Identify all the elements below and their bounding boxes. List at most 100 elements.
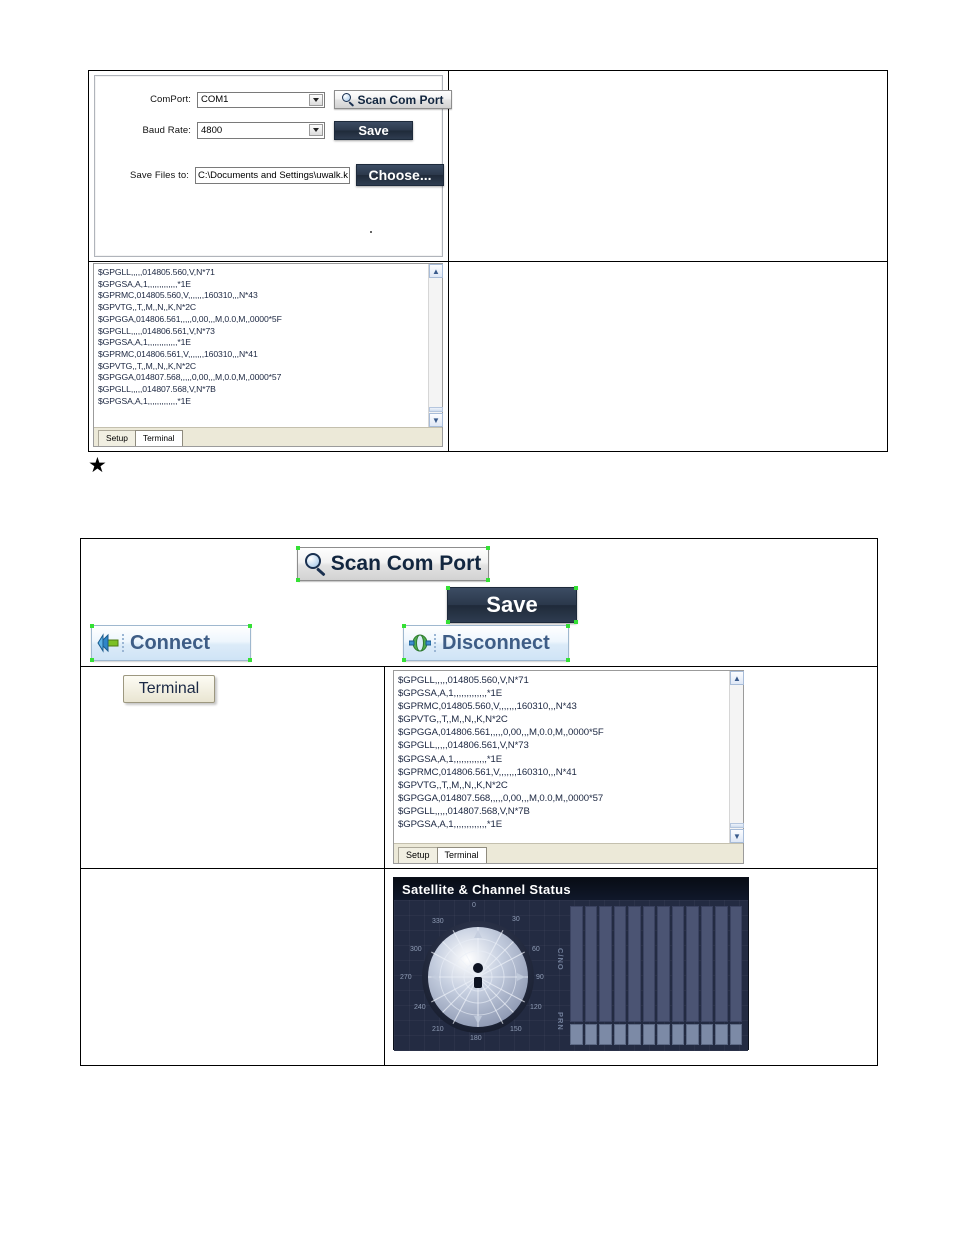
terminal-line: $GPRMC,014806.561,V,,,,,,,160310,,,N*41 xyxy=(98,348,258,359)
figure-table-bottom: Scan Com Port Save Connect Disconnect Te… xyxy=(80,538,878,1066)
tab-terminal[interactable]: Terminal xyxy=(134,430,183,446)
magnifier-icon xyxy=(304,553,327,577)
baudrate-value: 4800 xyxy=(201,125,223,136)
baudrate-label: Baud Rate: xyxy=(142,125,191,136)
baudrate-field-row: Baud Rate: 4800 Save xyxy=(115,121,413,140)
terminal-scrollbar[interactable]: ▲ ▼ xyxy=(428,264,443,427)
terminal-panel-bottom: $GPGLL,,,,,014805.560,V,N*71 $GPGSA,A,1,… xyxy=(393,670,744,864)
choose-button[interactable]: Choose... xyxy=(356,164,444,186)
cno-bar xyxy=(642,906,655,1022)
azimuth-tick: 120 xyxy=(530,1004,542,1011)
terminal-line: $GPGGA,014806.561,,,,,0,00,,,M,0.0,M,,00… xyxy=(98,313,282,324)
setup-tab-panel: ComPort: COM1 Scan Com Port Baud Rate: 4… xyxy=(94,75,452,257)
channel-column xyxy=(599,906,612,1045)
comport-field-row: ComPort: COM1 Scan Com Port xyxy=(123,90,452,109)
azimuth-tick: 150 xyxy=(510,1026,522,1033)
terminal-line: $GPGGA,014807.568,,,,,0,00,,,M,0.0,M,,00… xyxy=(398,792,604,804)
terminal-callout-button[interactable]: Terminal xyxy=(123,675,215,703)
prn-bar xyxy=(657,1024,670,1045)
terminal-panel-top: $GPGLL,,,,,014805.560,V,N*71 $GPGSA,A,1,… xyxy=(93,263,443,447)
azimuth-tick: 270 xyxy=(400,974,412,981)
cno-bar xyxy=(584,906,597,1022)
cno-axis-label: C/NO xyxy=(556,948,565,971)
scrollbar-grip[interactable] xyxy=(730,823,744,828)
terminal-line: $GPGSA,A,1,,,,,,,,,,,,,*1E xyxy=(98,395,191,406)
artifact-dot xyxy=(370,231,372,233)
selection-handle xyxy=(446,620,450,624)
azimuth-tick: 0 xyxy=(472,902,476,909)
azimuth-tick: 300 xyxy=(410,946,422,953)
selection-handle xyxy=(486,578,490,582)
channel-column xyxy=(671,906,684,1045)
save-path-input[interactable]: C:\Documents and Settings\uwalk.k xyxy=(195,166,350,184)
prn-bar xyxy=(700,1024,713,1045)
terminal-line: $GPGLL,,,,,014806.561,V,N*73 xyxy=(398,740,529,752)
scroll-down-icon[interactable]: ▼ xyxy=(429,413,443,427)
cno-bar xyxy=(599,906,612,1022)
prn-bar xyxy=(628,1024,641,1045)
channel-column xyxy=(584,906,597,1045)
selection-handle xyxy=(90,658,94,662)
terminal-tabstrip-top: Setup Terminal xyxy=(94,427,442,446)
selection-handle xyxy=(248,624,252,628)
table-top-right-column xyxy=(449,71,887,451)
azimuth-tick: 330 xyxy=(432,918,444,925)
terminal-line: $GPRMC,014806.561,V,,,,,,,160310,,,N*41 xyxy=(398,766,577,778)
channel-column xyxy=(657,906,670,1045)
terminal-line: $GPGLL,,,,,014805.560,V,N*71 xyxy=(98,267,215,277)
chevron-down-icon[interactable] xyxy=(309,124,323,136)
tab-setup[interactable]: Setup xyxy=(98,430,136,446)
cno-bar xyxy=(715,906,728,1022)
cno-bar xyxy=(671,906,684,1022)
star-marker: ★ xyxy=(88,454,107,477)
cno-bar xyxy=(613,906,626,1022)
terminal-button-cell: Terminal xyxy=(81,667,385,868)
channel-bars xyxy=(570,906,742,1045)
selection-handle xyxy=(486,546,490,550)
channel-column xyxy=(729,906,742,1045)
scrollbar-grip[interactable] xyxy=(429,407,443,412)
scroll-up-icon[interactable]: ▲ xyxy=(730,671,744,685)
terminal-line: $GPGSA,A,1,,,,,,,,,,,,,*1E xyxy=(98,337,191,348)
scroll-up-icon[interactable]: ▲ xyxy=(429,264,443,278)
cno-bar xyxy=(700,906,713,1022)
selection-handle xyxy=(574,586,578,590)
disconnect-button[interactable]: Disconnect xyxy=(402,624,570,662)
terminal-line: $GPRMC,014805.560,V,,,,,,,160310,,,N*43 xyxy=(398,701,577,713)
save-callout-button[interactable]: Save xyxy=(446,586,578,624)
tab-setup[interactable]: Setup xyxy=(398,847,438,863)
scan-com-port-button[interactable]: Scan Com Port xyxy=(334,90,452,109)
cno-bar xyxy=(686,906,699,1022)
save-button[interactable]: Save xyxy=(334,121,413,140)
prn-bar xyxy=(584,1024,597,1045)
connect-button[interactable]: Connect xyxy=(90,624,252,662)
terminal-line: $GPGSA,A,1,,,,,,,,,,,,,*1E xyxy=(98,278,191,289)
terminal-line: $GPVTG,,T,,M,,N,,K,N*2C xyxy=(398,779,508,791)
satellite-row: Satellite & Channel Status 0 30 60 90 12… xyxy=(81,869,877,1065)
satellite-panel-cell: Satellite & Channel Status 0 30 60 90 12… xyxy=(385,869,877,1065)
terminal-callout-label: Terminal xyxy=(138,680,200,697)
comport-select[interactable]: COM1 xyxy=(197,91,325,108)
channel-column xyxy=(642,906,655,1045)
terminal-scrollbar[interactable]: ▲ ▼ xyxy=(729,671,744,843)
azimuth-tick: 240 xyxy=(414,1004,426,1011)
satellite-empty-cell xyxy=(81,869,385,1065)
cno-bar xyxy=(628,906,641,1022)
prn-bar xyxy=(671,1024,684,1045)
row-divider xyxy=(449,261,887,262)
choose-label: Choose... xyxy=(368,167,432,183)
terminal-row: Terminal $GPGLL,,,,,014805.560,V,N*71 $G… xyxy=(81,667,877,869)
tab-terminal[interactable]: Terminal xyxy=(436,847,487,863)
figure-table-top: ComPort: COM1 Scan Com Port Baud Rate: 4… xyxy=(88,70,888,452)
scan-com-port-label: Scan Com Port xyxy=(357,92,444,107)
terminal-line: $GPGLL,,,,,014807.568,V,N*7B xyxy=(398,805,530,817)
channel-column xyxy=(700,906,713,1045)
terminal-line: $GPGSA,A,1,,,,,,,,,,,,,*1E xyxy=(398,753,503,765)
chevron-down-icon[interactable] xyxy=(309,93,323,106)
channel-column xyxy=(628,906,641,1045)
baudrate-select[interactable]: 4800 xyxy=(197,122,325,139)
prn-bar xyxy=(729,1024,742,1045)
scan-com-port-callout-button[interactable]: Scan Com Port xyxy=(296,546,490,582)
scroll-down-icon[interactable]: ▼ xyxy=(730,829,744,843)
selection-handle xyxy=(446,586,450,590)
